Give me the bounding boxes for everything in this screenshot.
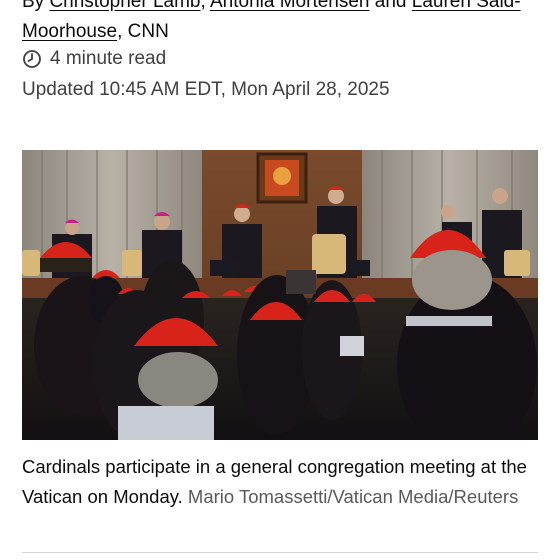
byline-source: , CNN	[117, 21, 169, 42]
divider	[22, 552, 538, 553]
clock-icon	[22, 49, 42, 69]
byline-separator: ,	[200, 0, 210, 12]
updated-timestamp: Updated 10:45 AM EDT, Mon April 28, 2025	[22, 79, 390, 100]
photo-of-cardinals	[22, 150, 538, 440]
photo-credit: Mario Tomassetti/Vatican Media/Reuters	[187, 486, 519, 507]
article-byline: By Christopher Lamb, Antonia Mortensen a…	[22, 0, 542, 47]
article-photo[interactable]	[22, 150, 538, 440]
read-time-label: 4 minute read	[50, 48, 167, 69]
byline-prefix: By	[22, 0, 50, 12]
author-link-christopher-lamb[interactable]: Christopher Lamb	[49, 0, 200, 12]
photo-caption: Cardinals participate in a general congr…	[22, 452, 547, 512]
read-time: 4 minute read	[22, 46, 166, 72]
byline-separator: and	[369, 0, 412, 12]
author-link-antonia-mortensen[interactable]: Antonia Mortensen	[210, 0, 370, 12]
